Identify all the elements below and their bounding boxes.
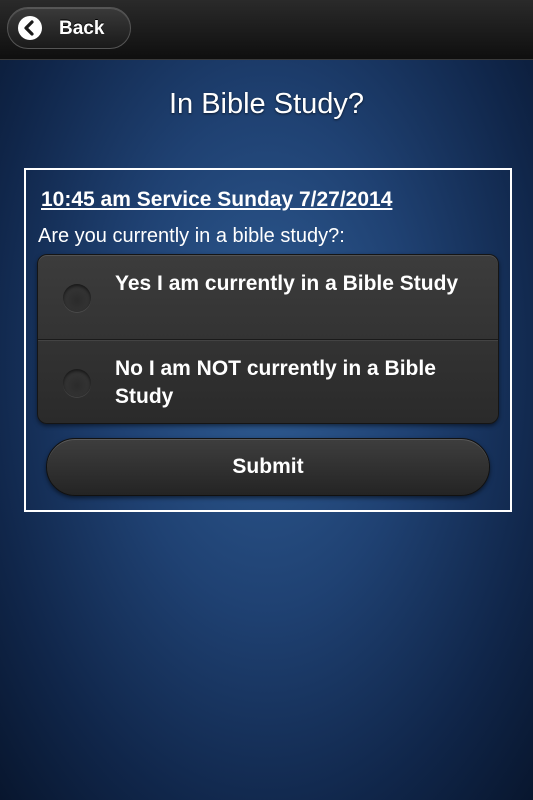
chevron-left-icon — [18, 16, 42, 40]
option-no-label: No I am NOT currently in a Bible Study — [115, 357, 436, 408]
form-panel: 10:45 am Service Sunday 7/27/2014 Are yo… — [24, 168, 512, 512]
service-title: 10:45 am Service Sunday 7/27/2014 — [41, 188, 393, 211]
question-label: Are you currently in a bible study?: — [38, 225, 345, 247]
back-button-label: Back — [59, 18, 105, 39]
radio-options-group: Yes I am currently in a Bible Study No I… — [37, 254, 499, 424]
top-nav-bar: Back — [0, 0, 533, 60]
back-button[interactable]: Back — [7, 7, 131, 49]
option-yes[interactable]: Yes I am currently in a Bible Study — [38, 255, 498, 339]
submit-button-label: Submit — [232, 455, 304, 478]
page-title: In Bible Study? — [168, 88, 365, 120]
radio-button-yes[interactable] — [63, 284, 91, 312]
radio-button-no[interactable] — [63, 369, 91, 397]
submit-button[interactable]: Submit — [46, 438, 490, 496]
option-no[interactable]: No I am NOT currently in a Bible Study — [38, 339, 498, 423]
option-yes-label: Yes I am currently in a Bible Study — [115, 272, 459, 295]
